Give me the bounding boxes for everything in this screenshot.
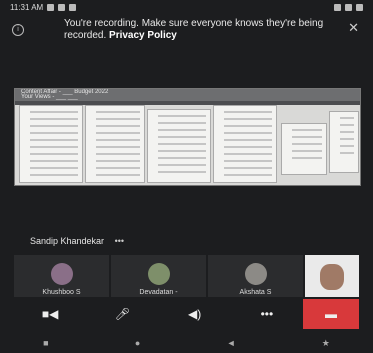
camera-button[interactable]: ■◀ [14,299,86,329]
participant-tile[interactable]: Akshata S [208,255,303,297]
nav-extra-icon[interactable]: ★ [322,338,330,349]
wifi-icon [334,3,341,11]
speaker-button[interactable]: ◀) [159,299,231,329]
speaker-icon: ◀) [188,307,202,321]
call-controls: ■◀ 🎤︎ ◀) ••• ▬ [14,299,359,329]
mic-button[interactable]: 🎤︎ [86,299,158,329]
privacy-policy-link[interactable]: Privacy Policy [109,30,177,41]
document-panel [147,109,211,183]
more-button[interactable]: ••• [231,299,303,329]
participant-tile[interactable]: Devadatan - [111,255,206,297]
document-panel [85,105,145,183]
system-nav-bar: ■ ● ◄ ★ [0,333,373,353]
avatar [147,263,170,285]
status-time: 11:31 AM [10,2,44,12]
document-panel [329,111,359,173]
hang-up-icon: ▬ [325,307,337,321]
speaker-name-tag: Sandip Khandekar ••• [30,236,124,246]
participant-name: Khushboo S [42,289,81,296]
speaker-name: Sandip Khandekar [30,236,105,246]
avatar [50,263,73,285]
nav-recent-icon[interactable]: ◄ [227,338,236,348]
nav-back-icon[interactable]: ■ [43,338,48,348]
participant-name: Devadatan - [139,289,178,296]
more-icon: ••• [260,307,274,321]
participant-strip: Khushboo S Devadatan - Akshata S [14,255,359,297]
participant-tile[interactable]: Khushboo S [14,255,109,297]
banner-text: You're recording. Make sure everyone kno… [64,18,324,41]
participant-name: Akshata S [239,289,272,296]
battery-icon [356,3,363,11]
self-view-tile[interactable] [305,255,359,297]
notification-icon [47,3,55,11]
recording-banner: i You're recording. Make sure everyone k… [0,14,373,70]
shared-screen-header: Content Affair - ___ Budget 2022 Your Vi… [15,89,360,101]
document-panel [213,105,277,183]
more-options-icon[interactable]: ••• [115,236,124,246]
nav-home-icon[interactable]: ● [135,338,140,348]
mic-icon: 🎤︎ [114,307,130,321]
shared-screen: Content Affair - ___ Budget 2022 Your Vi… [14,88,361,186]
video-icon [58,3,66,11]
avatar [244,263,267,285]
camera-icon: ■◀ [41,307,59,321]
document-panel [281,123,327,175]
avatar [320,264,344,290]
signal-icon [345,3,352,11]
gear-icon [69,3,77,11]
close-icon[interactable]: ✕ [348,21,359,34]
info-icon: i [12,24,24,36]
status-bar: 11:31 AM [0,0,373,14]
shared-subtitle: Your Views - ___ ___ [21,94,78,100]
document-panel [19,105,83,183]
end-call-button[interactable]: ▬ [303,299,359,329]
